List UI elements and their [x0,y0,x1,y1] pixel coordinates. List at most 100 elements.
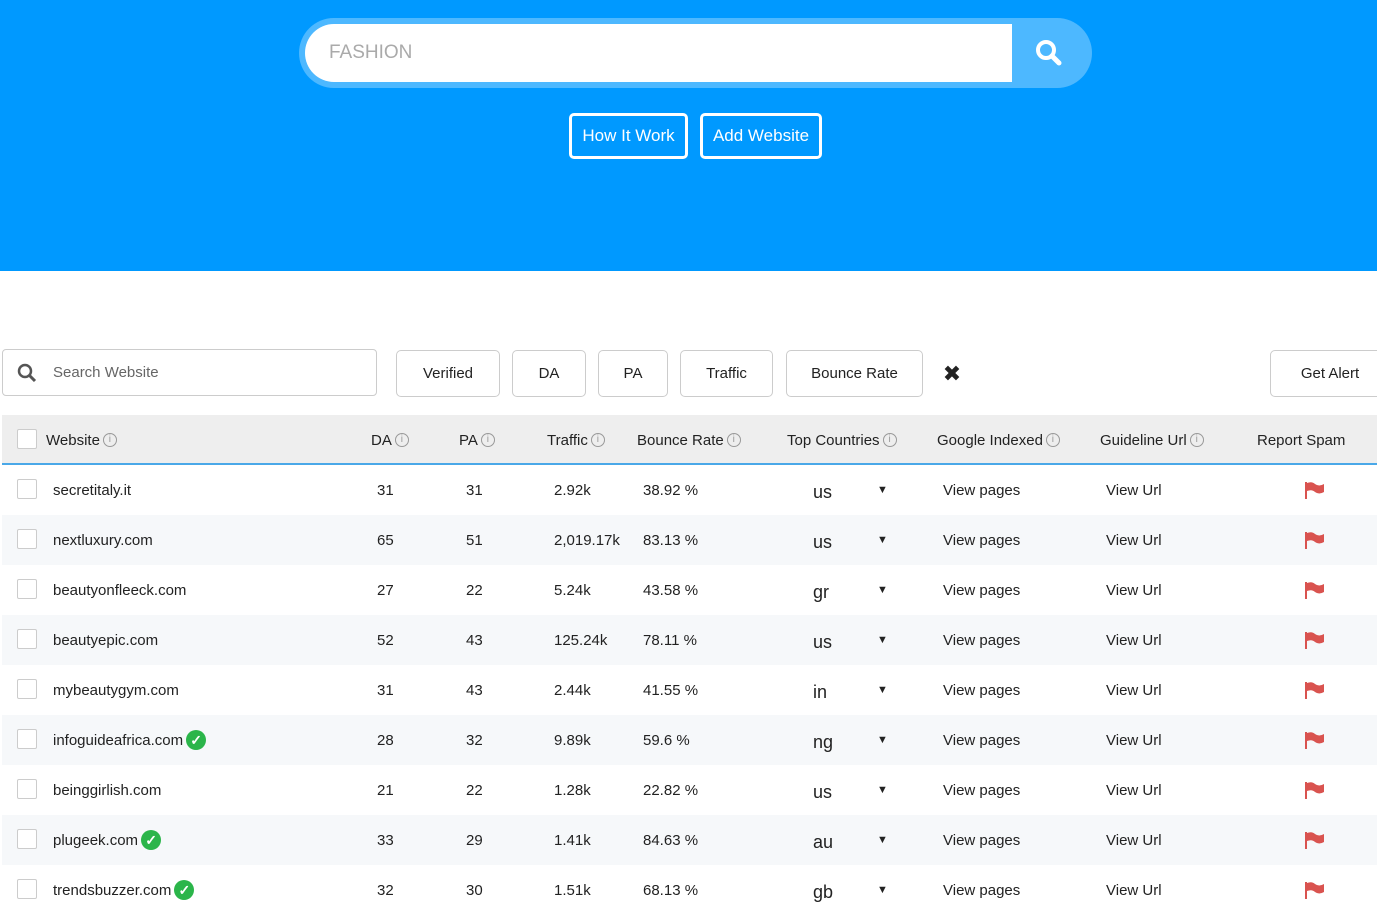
dropdown-arrow-icon[interactable]: ▼ [877,615,888,665]
website-link[interactable]: trendsbuzzer.com [53,882,171,899]
main-search-input[interactable] [305,24,1012,82]
view-url-link[interactable]: View Url [1106,565,1162,615]
dropdown-arrow-icon[interactable]: ▼ [877,815,888,865]
country-select[interactable]: gb [813,865,833,915]
col-pa[interactable]: PA i [459,415,495,465]
website-search-input[interactable]: Search Website [2,349,377,396]
website-link[interactable]: plugeek.com [53,832,138,849]
country-select[interactable]: in [813,665,827,715]
country-select[interactable]: us [813,615,832,665]
col-traffic[interactable]: Traffic i [547,415,605,465]
row-checkbox[interactable] [17,679,37,699]
website-link[interactable]: beautyepic.com [53,632,158,649]
filter-da[interactable]: DA [512,350,586,397]
info-icon[interactable]: i [480,433,495,447]
website-link[interactable]: beautyonfleeck.com [53,582,186,599]
filter-pa[interactable]: PA [598,350,668,397]
info-icon[interactable]: i [1189,433,1204,447]
row-checkbox[interactable] [17,629,37,649]
filter-bar: Search Website Verified DA PA Traffic Bo… [0,349,1377,397]
col-top-countries[interactable]: Top Countries i [787,415,897,465]
pa-value: 32 [466,731,483,749]
report-spam-flag-icon[interactable] [1304,515,1326,565]
col-guideline-url[interactable]: Guideline Url i [1100,415,1204,465]
col-website[interactable]: Website i [46,415,117,465]
dropdown-arrow-icon[interactable]: ▼ [877,865,888,915]
dropdown-arrow-icon[interactable]: ▼ [877,715,888,765]
view-url-link[interactable]: View Url [1106,615,1162,665]
filter-verified[interactable]: Verified [396,350,500,397]
view-url-link[interactable]: View Url [1106,865,1162,915]
bounce-value: 84.63 % [643,831,699,849]
info-icon[interactable]: i [1045,433,1060,447]
da-value: 21 [377,781,394,799]
col-da[interactable]: DA i [371,415,409,465]
dropdown-arrow-icon[interactable]: ▼ [877,465,888,515]
col-google-indexed[interactable]: Google Indexed i [937,415,1060,465]
view-pages-link[interactable]: View pages [943,465,1020,515]
view-url-link[interactable]: View Url [1106,815,1162,865]
country-select[interactable]: au [813,815,833,865]
select-all-checkbox[interactable] [17,429,37,449]
view-url-link[interactable]: View Url [1106,765,1162,815]
country-select[interactable]: us [813,515,832,565]
table-row: beinggirlish.com 21 22 1.28k 22.82 % us … [2,765,1377,815]
website-link[interactable]: beinggirlish.com [53,782,161,799]
dropdown-arrow-icon[interactable]: ▼ [877,665,888,715]
search-button[interactable] [1012,24,1086,82]
info-icon[interactable]: i [882,433,897,447]
info-icon[interactable]: i [102,433,117,447]
view-pages-link[interactable]: View pages [943,665,1020,715]
view-pages-link[interactable]: View pages [943,765,1020,815]
report-spam-flag-icon[interactable] [1304,765,1326,815]
website-link[interactable]: nextluxury.com [53,532,153,549]
row-checkbox[interactable] [17,829,37,849]
report-spam-flag-icon[interactable] [1304,665,1326,715]
row-checkbox[interactable] [17,579,37,599]
get-alert-button[interactable]: Get Alert [1270,350,1377,397]
view-url-link[interactable]: View Url [1106,465,1162,515]
dropdown-arrow-icon[interactable]: ▼ [877,515,888,565]
report-spam-flag-icon[interactable] [1304,465,1326,515]
row-checkbox[interactable] [17,529,37,549]
country-select[interactable]: ng [813,715,833,765]
da-value: 65 [377,531,394,549]
report-spam-flag-icon[interactable] [1304,815,1326,865]
row-checkbox[interactable] [17,729,37,749]
view-pages-link[interactable]: View pages [943,815,1020,865]
country-select[interactable]: us [813,465,832,515]
row-checkbox[interactable] [17,479,37,499]
add-website-button[interactable]: Add Website [700,113,822,159]
how-it-work-button[interactable]: How It Work [569,113,688,159]
country-select[interactable]: us [813,765,832,815]
col-bounce-rate[interactable]: Bounce Rate i [637,415,741,465]
clear-filters-icon[interactable]: ✖ [938,350,966,397]
search-placeholder: Search Website [53,364,159,381]
view-url-link[interactable]: View Url [1106,715,1162,765]
filter-bounce-rate[interactable]: Bounce Rate [786,350,923,397]
filter-traffic[interactable]: Traffic [680,350,773,397]
view-pages-link[interactable]: View pages [943,615,1020,665]
info-icon[interactable]: i [394,433,409,447]
info-icon[interactable]: i [726,433,741,447]
info-icon[interactable]: i [590,433,605,447]
website-link[interactable]: infoguideafrica.com [53,732,183,749]
report-spam-flag-icon[interactable] [1304,615,1326,665]
view-pages-link[interactable]: View pages [943,565,1020,615]
website-link[interactable]: secretitaly.it [53,482,131,499]
country-select[interactable]: gr [813,565,829,615]
view-url-link[interactable]: View Url [1106,515,1162,565]
pa-value: 30 [466,881,483,899]
report-spam-flag-icon[interactable] [1304,865,1326,915]
website-link[interactable]: mybeautygym.com [53,682,179,699]
view-pages-link[interactable]: View pages [943,515,1020,565]
view-pages-link[interactable]: View pages [943,865,1020,915]
dropdown-arrow-icon[interactable]: ▼ [877,765,888,815]
view-pages-link[interactable]: View pages [943,715,1020,765]
view-url-link[interactable]: View Url [1106,665,1162,715]
report-spam-flag-icon[interactable] [1304,715,1326,765]
dropdown-arrow-icon[interactable]: ▼ [877,565,888,615]
row-checkbox[interactable] [17,879,37,899]
report-spam-flag-icon[interactable] [1304,565,1326,615]
row-checkbox[interactable] [17,779,37,799]
